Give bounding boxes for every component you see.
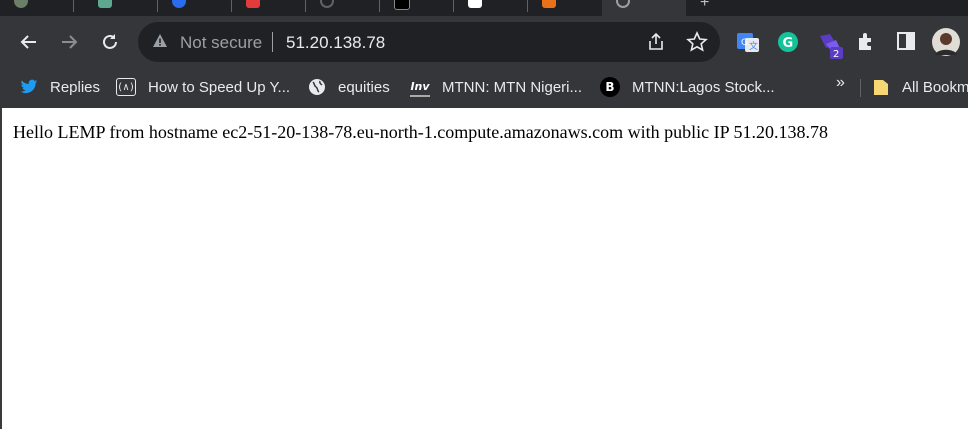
back-arrow-icon [20, 35, 36, 49]
bookmarks-bar: Replies (∧) How to Speed Up Y... equitie… [0, 68, 968, 106]
x-logo-icon [394, 0, 410, 10]
twitter-icon [20, 78, 38, 96]
address-bar[interactable]: Not secure 51.20.138.78 [138, 22, 720, 62]
page-text: Hello LEMP from hostname ec2-51-20-138-7… [13, 122, 828, 142]
svg-text:文: 文 [749, 40, 758, 52]
new-tab-button[interactable]: + [700, 0, 709, 12]
toolbar: Not secure 51.20.138.78 G文 G 2 [0, 18, 968, 68]
all-bookmarks-label: All Bookmarks [902, 78, 968, 96]
svg-text:G: G [741, 38, 748, 48]
bookmark-item[interactable]: equities [308, 76, 390, 98]
bookmark-label: Replies [50, 78, 101, 96]
tab[interactable] [380, 0, 454, 16]
tab-strip: + [0, 0, 968, 16]
active-tab[interactable] [602, 0, 686, 16]
code-icon: (∧) [116, 78, 136, 96]
google-translate-icon[interactable]: G文 [736, 30, 760, 54]
bookmark-item[interactable]: B MTNN:Lagos Stock... [600, 76, 775, 98]
bookmark-label: equities [338, 78, 390, 96]
security-label[interactable]: Not secure [180, 33, 262, 53]
folder-icon [872, 78, 890, 96]
b-icon: B [600, 77, 620, 97]
grammarly-icon[interactable]: G [776, 30, 800, 54]
divider [272, 32, 273, 52]
tab-favicon [172, 0, 186, 8]
tab-favicon [468, 0, 482, 8]
page-content: Hello LEMP from hostname ec2-51-20-138-7… [0, 108, 968, 429]
url-text[interactable]: 51.20.138.78 [286, 33, 385, 53]
extensions-puzzle-icon[interactable] [856, 30, 880, 54]
warning-icon[interactable] [152, 33, 168, 54]
all-bookmarks-item[interactable]: All Bookmarks [872, 76, 968, 98]
tab-favicon [616, 0, 630, 8]
tab[interactable] [84, 0, 158, 16]
tab-favicon [98, 0, 112, 8]
tab-favicon [320, 0, 334, 8]
bookmark-star-icon[interactable] [686, 31, 708, 58]
bookmark-label: How to Speed Up Y... [148, 78, 291, 96]
extension-badge-count: 2 [833, 49, 839, 60]
tab[interactable] [528, 0, 602, 16]
tab-favicon [246, 0, 260, 8]
svg-text:G: G [783, 36, 794, 51]
reload-button[interactable] [95, 27, 125, 57]
tab-favicon [542, 0, 556, 8]
profile-avatar[interactable] [932, 28, 960, 56]
tab[interactable] [0, 0, 74, 16]
investing-icon: Inv [410, 77, 430, 97]
forward-button[interactable] [54, 27, 84, 57]
tab[interactable] [158, 0, 232, 16]
divider [860, 79, 861, 97]
share-icon[interactable] [646, 32, 666, 57]
tab[interactable] [306, 0, 380, 16]
bookmark-label: MTNN:Lagos Stock... [632, 78, 775, 96]
browser-chrome: + Not secure 51.20.138.78 G文 G 2 Replies… [0, 0, 968, 108]
tab-favicon [14, 0, 28, 8]
globe-icon [308, 78, 326, 96]
side-panel-icon[interactable] [895, 30, 919, 54]
tab[interactable] [232, 0, 306, 16]
back-button[interactable] [14, 27, 44, 57]
bookmark-item[interactable]: Replies [20, 76, 100, 98]
bookmark-item[interactable]: (∧) How to Speed Up Y... [116, 76, 290, 98]
reload-icon [103, 34, 117, 49]
bookmark-label: MTNN: MTN Nigeri... [442, 78, 582, 96]
extension-badge-icon[interactable]: 2 [816, 30, 843, 60]
bookmark-item[interactable]: Inv MTNN: MTN Nigeri... [410, 76, 582, 98]
tab[interactable] [454, 0, 528, 16]
forward-arrow-icon [62, 35, 78, 49]
bookmarks-overflow-button[interactable]: » [836, 74, 845, 92]
